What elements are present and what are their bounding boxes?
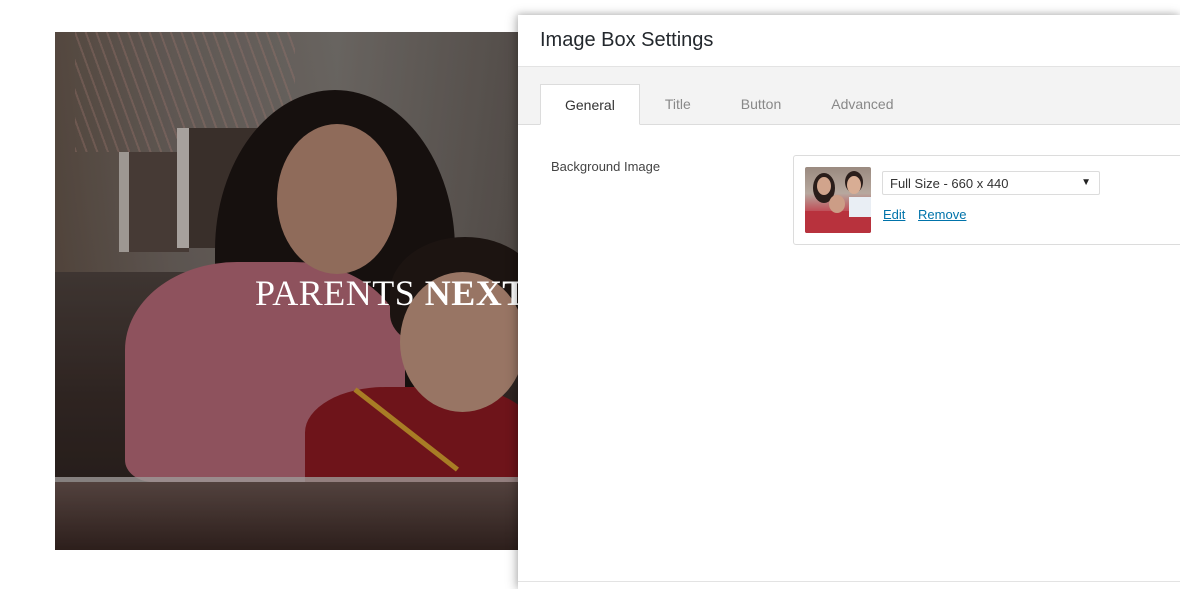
tab-advanced[interactable]: Advanced xyxy=(806,84,918,123)
tab-button[interactable]: Button xyxy=(716,84,806,123)
image-actions: Edit Remove xyxy=(883,207,975,222)
tabs: General Title Button Advanced xyxy=(540,84,919,125)
thumb-detail xyxy=(817,177,831,195)
panel-header: Image Box Settings xyxy=(518,15,1180,67)
remove-image-link[interactable]: Remove xyxy=(918,207,966,222)
image-box-preview: PARENTS NEXT xyxy=(55,32,525,550)
tab-general[interactable]: General xyxy=(540,84,640,125)
image-box-title: PARENTS NEXT xyxy=(255,272,525,314)
image-size-select[interactable]: Full Size - 660 x 440 ▼ xyxy=(882,171,1100,195)
tab-title[interactable]: Title xyxy=(640,84,716,123)
title-regular: PARENTS xyxy=(255,273,416,313)
background-image-label: Background Image xyxy=(551,159,661,174)
thumb-detail xyxy=(847,176,861,194)
chevron-down-icon: ▼ xyxy=(1081,177,1091,188)
footer-divider xyxy=(518,581,1180,582)
tabs-bar: General Title Button Advanced xyxy=(518,67,1180,125)
image-thumbnail[interactable] xyxy=(805,167,871,233)
image-picker: Full Size - 660 x 440 ▼ Edit Remove xyxy=(793,155,1180,245)
thumb-detail xyxy=(849,197,871,217)
title-bold: NEXT xyxy=(424,273,525,313)
settings-panel: Image Box Settings General Title Button … xyxy=(518,15,1180,589)
thumb-detail xyxy=(829,195,845,213)
edit-image-link[interactable]: Edit xyxy=(883,207,905,222)
panel-title: Image Box Settings xyxy=(540,29,714,51)
image-size-value: Full Size - 660 x 440 xyxy=(890,175,1009,191)
